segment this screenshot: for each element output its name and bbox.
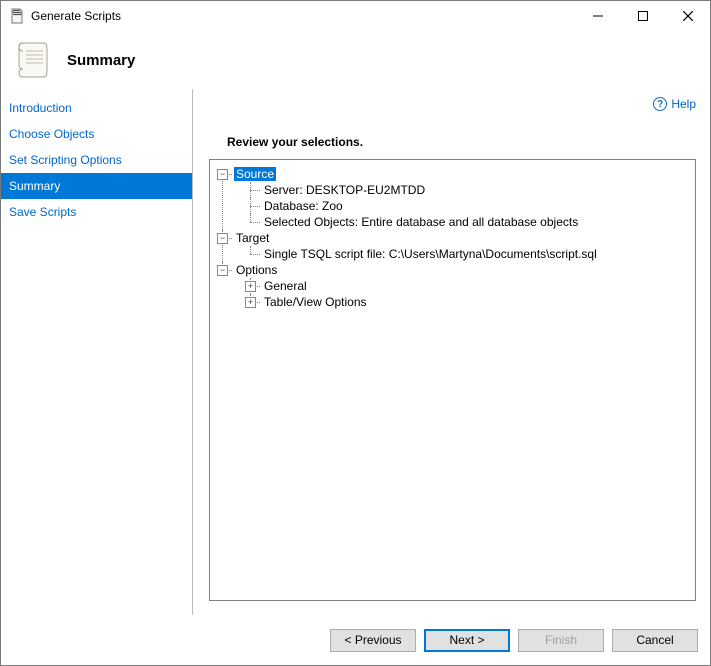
window-controls: [575, 1, 710, 31]
tree-node-general[interactable]: General: [262, 279, 309, 293]
tree-node-target-file[interactable]: Single TSQL script file: C:\Users\Martyn…: [262, 247, 599, 261]
page-title: Summary: [67, 52, 135, 69]
tree-node-selected-objects[interactable]: Selected Objects: Entire database and al…: [262, 215, 580, 229]
app-icon: [9, 8, 25, 24]
sidebar-item-summary[interactable]: Summary: [1, 173, 192, 199]
main-content: ? Help Review your selections. − Source …: [193, 89, 710, 615]
wizard-window: Generate Scripts Summary: [0, 0, 711, 666]
minimize-button[interactable]: [575, 1, 620, 31]
sidebar-item-set-scripting-options[interactable]: Set Scripting Options: [1, 147, 192, 173]
help-link[interactable]: ? Help: [653, 97, 696, 111]
sidebar-item-introduction[interactable]: Introduction: [1, 95, 192, 121]
sidebar-item-save-scripts[interactable]: Save Scripts: [1, 199, 192, 225]
spacer: [209, 601, 696, 615]
tree-expander[interactable]: +: [245, 281, 256, 292]
sidebar: Introduction Choose Objects Set Scriptin…: [1, 89, 193, 615]
close-button[interactable]: [665, 1, 710, 31]
review-heading: Review your selections.: [227, 135, 696, 149]
help-label: Help: [671, 97, 696, 111]
window-title: Generate Scripts: [31, 9, 121, 23]
tree-node-source[interactable]: Source: [234, 167, 276, 181]
tree-expander[interactable]: −: [217, 169, 228, 180]
tree-node-table-view-options[interactable]: Table/View Options: [262, 295, 369, 309]
tree-node-options[interactable]: Options: [234, 263, 279, 277]
summary-tree: − Source Server: DESKTOP-EU2MTDD Databas…: [209, 159, 696, 601]
titlebar: Generate Scripts: [1, 1, 710, 31]
wizard-body: Introduction Choose Objects Set Scriptin…: [1, 89, 710, 615]
next-button[interactable]: Next >: [424, 629, 510, 652]
finish-button[interactable]: Finish: [518, 629, 604, 652]
previous-button[interactable]: < Previous: [330, 629, 416, 652]
cancel-button[interactable]: Cancel: [612, 629, 698, 652]
sidebar-item-choose-objects[interactable]: Choose Objects: [1, 121, 192, 147]
tree-node-server[interactable]: Server: DESKTOP-EU2MTDD: [262, 183, 427, 197]
tree-expander[interactable]: −: [217, 233, 228, 244]
tree-expander[interactable]: +: [245, 297, 256, 308]
tree-node-target[interactable]: Target: [234, 231, 271, 245]
help-icon: ?: [653, 97, 667, 111]
wizard-header: Summary: [1, 31, 710, 89]
maximize-button[interactable]: [620, 1, 665, 31]
tree-expander[interactable]: −: [217, 265, 228, 276]
tree-node-database[interactable]: Database: Zoo: [262, 199, 345, 213]
script-icon: [13, 39, 55, 81]
wizard-footer: < Previous Next > Finish Cancel: [1, 615, 710, 665]
